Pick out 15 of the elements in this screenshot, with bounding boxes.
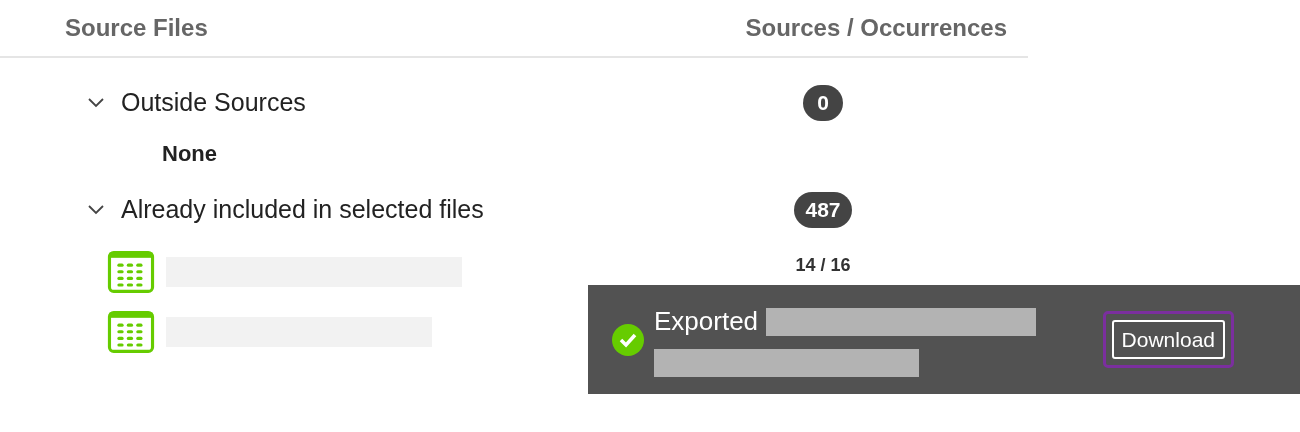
group-title[interactable]: Already included in selected files (121, 191, 484, 229)
occurrences-count: 14 / 16 (795, 254, 851, 277)
count-badge: 0 (803, 85, 843, 121)
column-header: Sources / Occurrences (745, 13, 1007, 43)
toast-message: Exported (654, 305, 759, 338)
empty-text: None (162, 141, 217, 166)
spreadsheet-icon (106, 251, 156, 293)
download-button[interactable]: Download (1111, 319, 1225, 360)
count-badge: 487 (794, 192, 852, 228)
column-header: Source Files (65, 13, 208, 43)
check-circle-icon (612, 323, 644, 356)
spreadsheet-icon (106, 311, 156, 353)
chevron-icon[interactable] (87, 97, 105, 109)
chevron-icon[interactable] (87, 204, 105, 216)
group-title[interactable]: Outside Sources (121, 84, 306, 122)
